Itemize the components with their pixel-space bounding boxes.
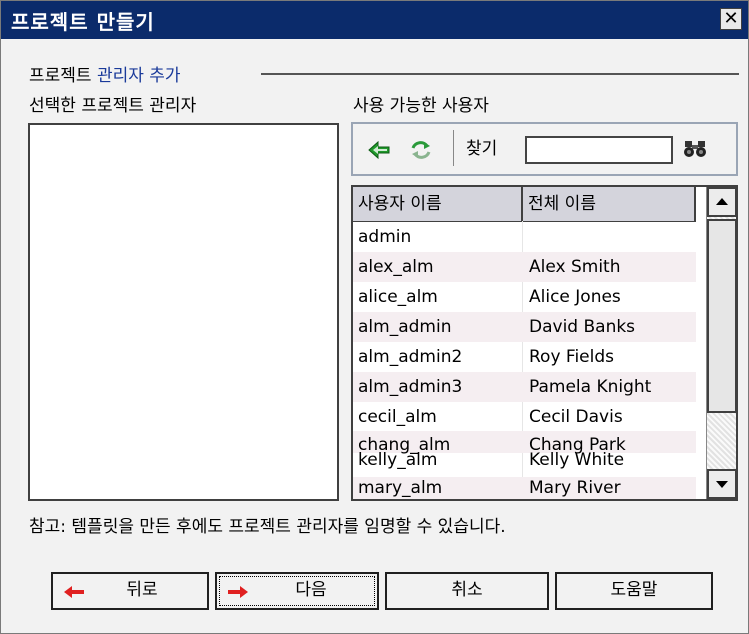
username-cell: admin bbox=[358, 227, 412, 247]
table-row[interactable]: alm_admin David Banks bbox=[353, 312, 696, 342]
table-row[interactable]: cecil_alm Cecil Davis bbox=[353, 402, 696, 432]
section-title: 프로젝트 관리자 추가 bbox=[29, 61, 181, 86]
table-row[interactable]: alm_admin3 Pamela Knight bbox=[353, 372, 696, 402]
fullname-cell bbox=[524, 222, 529, 252]
username-cell: mary_alm bbox=[358, 478, 443, 498]
username-cell: kelly_alm bbox=[358, 450, 438, 470]
fullname-cell: Alice Jones bbox=[529, 287, 621, 307]
selected-managers-label: 선택한 프로젝트 관리자 bbox=[29, 96, 197, 116]
table-viewport: 사용자 이름 전체 이름 admin alex_alm Alex Smith a… bbox=[353, 187, 706, 499]
fullname-cell: Kelly White bbox=[529, 450, 625, 470]
next-button-label: 다음 bbox=[295, 580, 327, 600]
title-bar: 프로젝트 만들기 ✕ bbox=[1, 1, 748, 39]
fullname-cell: Cecil Davis bbox=[529, 407, 623, 427]
help-button[interactable]: 도움말 bbox=[555, 572, 713, 610]
close-icon: ✕ bbox=[723, 8, 739, 29]
fullname-cell: Alex Smith bbox=[529, 257, 621, 277]
refresh-icon[interactable] bbox=[409, 138, 433, 162]
table-row[interactable]: admin bbox=[353, 222, 696, 252]
toolbar-separator bbox=[453, 130, 454, 166]
scrollbar-thumb[interactable] bbox=[707, 219, 736, 413]
scroll-up-button[interactable] bbox=[707, 187, 736, 217]
next-button[interactable]: 다음 bbox=[215, 572, 379, 610]
window-title: 프로젝트 만들기 bbox=[11, 10, 155, 34]
table-row[interactable]: alice_alm Alice Jones bbox=[353, 282, 696, 312]
find-input[interactable] bbox=[525, 136, 673, 164]
username-cell: alex_alm bbox=[358, 257, 434, 277]
triangle-down-icon bbox=[716, 481, 728, 488]
note-text: 참고: 템플릿을 만든 후에도 프로젝트 관리자를 임명할 수 있습니다. bbox=[29, 517, 506, 537]
help-button-label: 도움말 bbox=[610, 580, 658, 600]
table-row[interactable]: mary_alm Mary River bbox=[353, 477, 696, 499]
available-users-label: 사용 가능한 사용자 bbox=[353, 96, 489, 116]
column-header-fullname[interactable]: 전체 이름 bbox=[523, 187, 694, 221]
table-row[interactable]: alm_admin2 Roy Fields bbox=[353, 342, 696, 372]
username-cell: alm_admin bbox=[358, 317, 452, 337]
table-scrollbar[interactable] bbox=[706, 187, 736, 499]
green-left-arrow-icon[interactable] bbox=[367, 138, 391, 162]
users-toolbar: 찾기 bbox=[351, 122, 738, 176]
fullname-cell: Mary River bbox=[529, 478, 621, 498]
create-project-dialog: 프로젝트 만들기 ✕ 프로젝트 관리자 추가 선택한 프로젝트 관리자 사용 가… bbox=[0, 0, 749, 634]
section-divider bbox=[261, 73, 739, 75]
column-separator bbox=[694, 187, 696, 221]
fullname-cell: David Banks bbox=[529, 317, 636, 337]
username-cell: alm_admin3 bbox=[358, 377, 463, 397]
column-header-username[interactable]: 사용자 이름 bbox=[353, 187, 521, 221]
fullname-cell: Pamela Knight bbox=[529, 377, 652, 397]
available-users-table: 사용자 이름 전체 이름 admin alex_alm Alex Smith a… bbox=[351, 185, 738, 501]
triangle-up-icon bbox=[716, 198, 728, 205]
fullname-cell: Roy Fields bbox=[529, 347, 615, 367]
username-cell: cecil_alm bbox=[358, 407, 437, 427]
red-left-arrow-icon bbox=[64, 586, 84, 598]
username-cell: alice_alm bbox=[358, 287, 438, 307]
close-button[interactable]: ✕ bbox=[720, 8, 742, 30]
username-cell: alm_admin2 bbox=[358, 347, 463, 367]
table-row[interactable]: alex_alm Alex Smith bbox=[353, 252, 696, 282]
cancel-button-label: 취소 bbox=[451, 580, 483, 600]
back-button[interactable]: 뒤로 bbox=[51, 572, 209, 610]
cancel-button[interactable]: 취소 bbox=[385, 572, 549, 610]
section-title-accent: 관리자 추가 bbox=[96, 66, 181, 86]
binoculars-icon[interactable] bbox=[683, 139, 707, 159]
back-button-label: 뒤로 bbox=[126, 580, 158, 600]
find-label: 찾기 bbox=[466, 139, 498, 159]
section-title-prefix: 프로젝트 bbox=[29, 66, 97, 86]
red-right-arrow-icon bbox=[228, 586, 248, 598]
table-row[interactable]: kelly_alm Kelly White bbox=[353, 449, 696, 479]
scroll-down-button[interactable] bbox=[707, 469, 736, 499]
selected-managers-list[interactable] bbox=[28, 123, 339, 501]
table-header: 사용자 이름 전체 이름 bbox=[353, 187, 696, 222]
